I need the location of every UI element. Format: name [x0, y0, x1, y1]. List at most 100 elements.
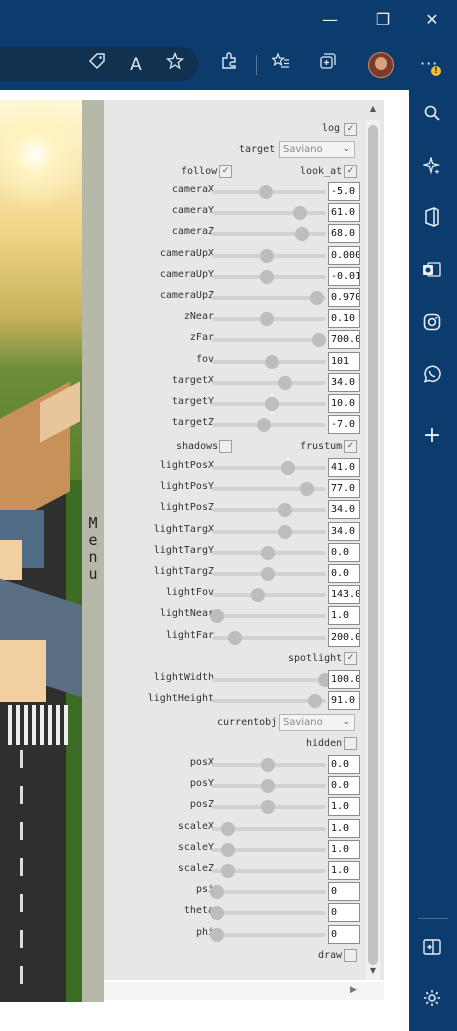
scroll-up-arrow[interactable]: ▲ [366, 103, 380, 115]
targety-value-field[interactable]: 10.0 [328, 394, 360, 413]
lighttargy-slider-handle[interactable] [260, 545, 275, 560]
targety-slider-handle[interactable] [265, 397, 280, 411]
lightwidth-slider[interactable] [212, 673, 332, 687]
phi-value-field[interactable]: 0 [328, 924, 360, 944]
theta-slider[interactable] [209, 906, 326, 921]
lightposx-slider-handle[interactable] [281, 461, 296, 475]
shadows-checkbox[interactable] [219, 440, 232, 453]
posy-slider[interactable] [212, 779, 326, 794]
scrollbar-thumb[interactable] [368, 125, 378, 965]
cameraz-slider[interactable] [212, 227, 326, 242]
lightposz-slider[interactable] [212, 503, 326, 518]
cameraupz-value-field[interactable]: 0.970 [328, 288, 360, 307]
profile-avatar[interactable] [368, 52, 394, 78]
search-icon[interactable] [417, 102, 447, 132]
psi-slider-handle[interactable] [209, 885, 224, 900]
lightposz-slider-handle[interactable] [277, 503, 292, 518]
target-select[interactable]: Saviano ⌄ [279, 141, 355, 158]
log-checkbox[interactable]: ✓ [344, 123, 357, 136]
lightposx-slider[interactable] [212, 461, 326, 475]
scalex-value-field[interactable]: 1.0 [328, 818, 360, 838]
lightposy-value-field[interactable]: 77.0 [328, 479, 360, 499]
posx-slider[interactable] [212, 758, 326, 772]
znear-slider-handle[interactable] [259, 312, 274, 327]
instagram-icon[interactable] [417, 311, 447, 341]
cameraupz-slider-handle[interactable] [309, 291, 324, 305]
lighttargz-slider-handle[interactable] [260, 567, 275, 581]
targetx-slider-handle[interactable] [277, 375, 292, 390]
close-window-button[interactable]: ✕ [418, 8, 446, 32]
add-icon[interactable]: + [417, 421, 447, 451]
scalex-slider[interactable] [212, 821, 326, 836]
lightfar-value-field[interactable]: 200.0 [328, 627, 360, 647]
cameraupz-slider[interactable] [212, 291, 326, 305]
spotlight-checkbox[interactable]: ✓ [344, 652, 357, 665]
lightheight-slider[interactable] [212, 694, 326, 709]
extensions-icon[interactable] [216, 52, 242, 78]
targetz-slider-handle[interactable] [257, 418, 272, 433]
cameraz-slider-handle[interactable] [295, 227, 310, 242]
fov-value-field[interactable]: 101 [328, 351, 360, 371]
zfar-value-field[interactable]: 700.0 [328, 330, 360, 350]
lightheight-slider-handle[interactable] [307, 694, 322, 709]
lightnear-value-field[interactable]: 1.0 [328, 606, 360, 626]
scalez-slider-handle[interactable] [220, 864, 235, 878]
theta-value-field[interactable]: 0 [328, 903, 360, 923]
cameray-value-field[interactable]: 61.0 [328, 203, 360, 223]
phi-slider-handle[interactable] [209, 927, 224, 942]
draw-checkbox[interactable] [344, 949, 357, 962]
outlook-icon[interactable] [417, 259, 447, 289]
collections-icon[interactable] [315, 52, 341, 78]
lighttargx-slider[interactable] [212, 524, 326, 539]
cameraupx-value-field[interactable]: 0.000 [328, 245, 360, 265]
targetx-slider[interactable] [212, 375, 326, 390]
scalez-value-field[interactable]: 1.0 [328, 861, 360, 880]
lightfar-slider[interactable] [212, 630, 326, 645]
znear-value-field[interactable]: 0.10 [328, 309, 360, 329]
lighttargy-slider[interactable] [212, 545, 326, 560]
phi-slider[interactable] [209, 927, 326, 942]
zfar-slider-handle[interactable] [312, 333, 327, 348]
scene-viewport[interactable] [0, 100, 82, 1002]
menu-label[interactable]: Menu [84, 515, 102, 583]
targetx-value-field[interactable]: 34.0 [328, 372, 360, 392]
lightwidth-value-field[interactable]: 100.0 [328, 670, 360, 689]
cameray-slider[interactable] [212, 206, 326, 221]
posz-slider[interactable] [212, 800, 326, 815]
theta-slider-handle[interactable] [209, 906, 224, 921]
cameraz-value-field[interactable]: 68.0 [328, 224, 360, 244]
lightposx-value-field[interactable]: 41.0 [328, 458, 360, 477]
office-icon[interactable] [417, 207, 447, 237]
zfar-slider[interactable] [212, 333, 327, 348]
cameraupx-slider[interactable] [212, 248, 326, 263]
posy-slider-handle[interactable] [260, 779, 275, 794]
split-screen-icon[interactable] [417, 935, 447, 965]
camerax-slider-handle[interactable] [258, 185, 273, 199]
horizontal-scrollbar[interactable] [104, 982, 384, 1000]
copilot-icon[interactable] [417, 155, 447, 185]
scroll-right-arrow[interactable]: ▶ [350, 985, 357, 995]
lighttargx-slider-handle[interactable] [277, 524, 292, 539]
lightheight-value-field[interactable]: 91.0 [328, 691, 360, 711]
lightnear-slider-handle[interactable] [209, 609, 224, 624]
scalez-slider[interactable] [212, 864, 326, 878]
posy-value-field[interactable]: 0.0 [328, 776, 360, 796]
read-aloud-icon[interactable]: A [123, 52, 149, 78]
lightfov-slider[interactable] [212, 588, 326, 603]
currentobj-select[interactable]: Saviano ⌄ [279, 714, 355, 731]
targetz-slider[interactable] [212, 418, 326, 433]
fov-slider-handle[interactable] [265, 354, 280, 369]
posz-slider-handle[interactable] [260, 800, 275, 815]
znear-slider[interactable] [212, 312, 326, 327]
cameray-slider-handle[interactable] [292, 206, 307, 221]
cameraupy-slider-handle[interactable] [259, 269, 274, 284]
scalex-slider-handle[interactable] [220, 821, 235, 836]
lightfov-value-field[interactable]: 143.0 [328, 585, 360, 605]
lighttargz-slider[interactable] [212, 567, 326, 581]
scaley-slider-handle[interactable] [220, 842, 235, 857]
restore-button[interactable]: ❐ [369, 8, 397, 32]
minimize-button[interactable]: — [316, 8, 344, 32]
tag-icon[interactable] [84, 52, 110, 78]
scroll-down-arrow[interactable]: ▼ [366, 965, 380, 977]
camerax-slider[interactable] [212, 185, 326, 199]
